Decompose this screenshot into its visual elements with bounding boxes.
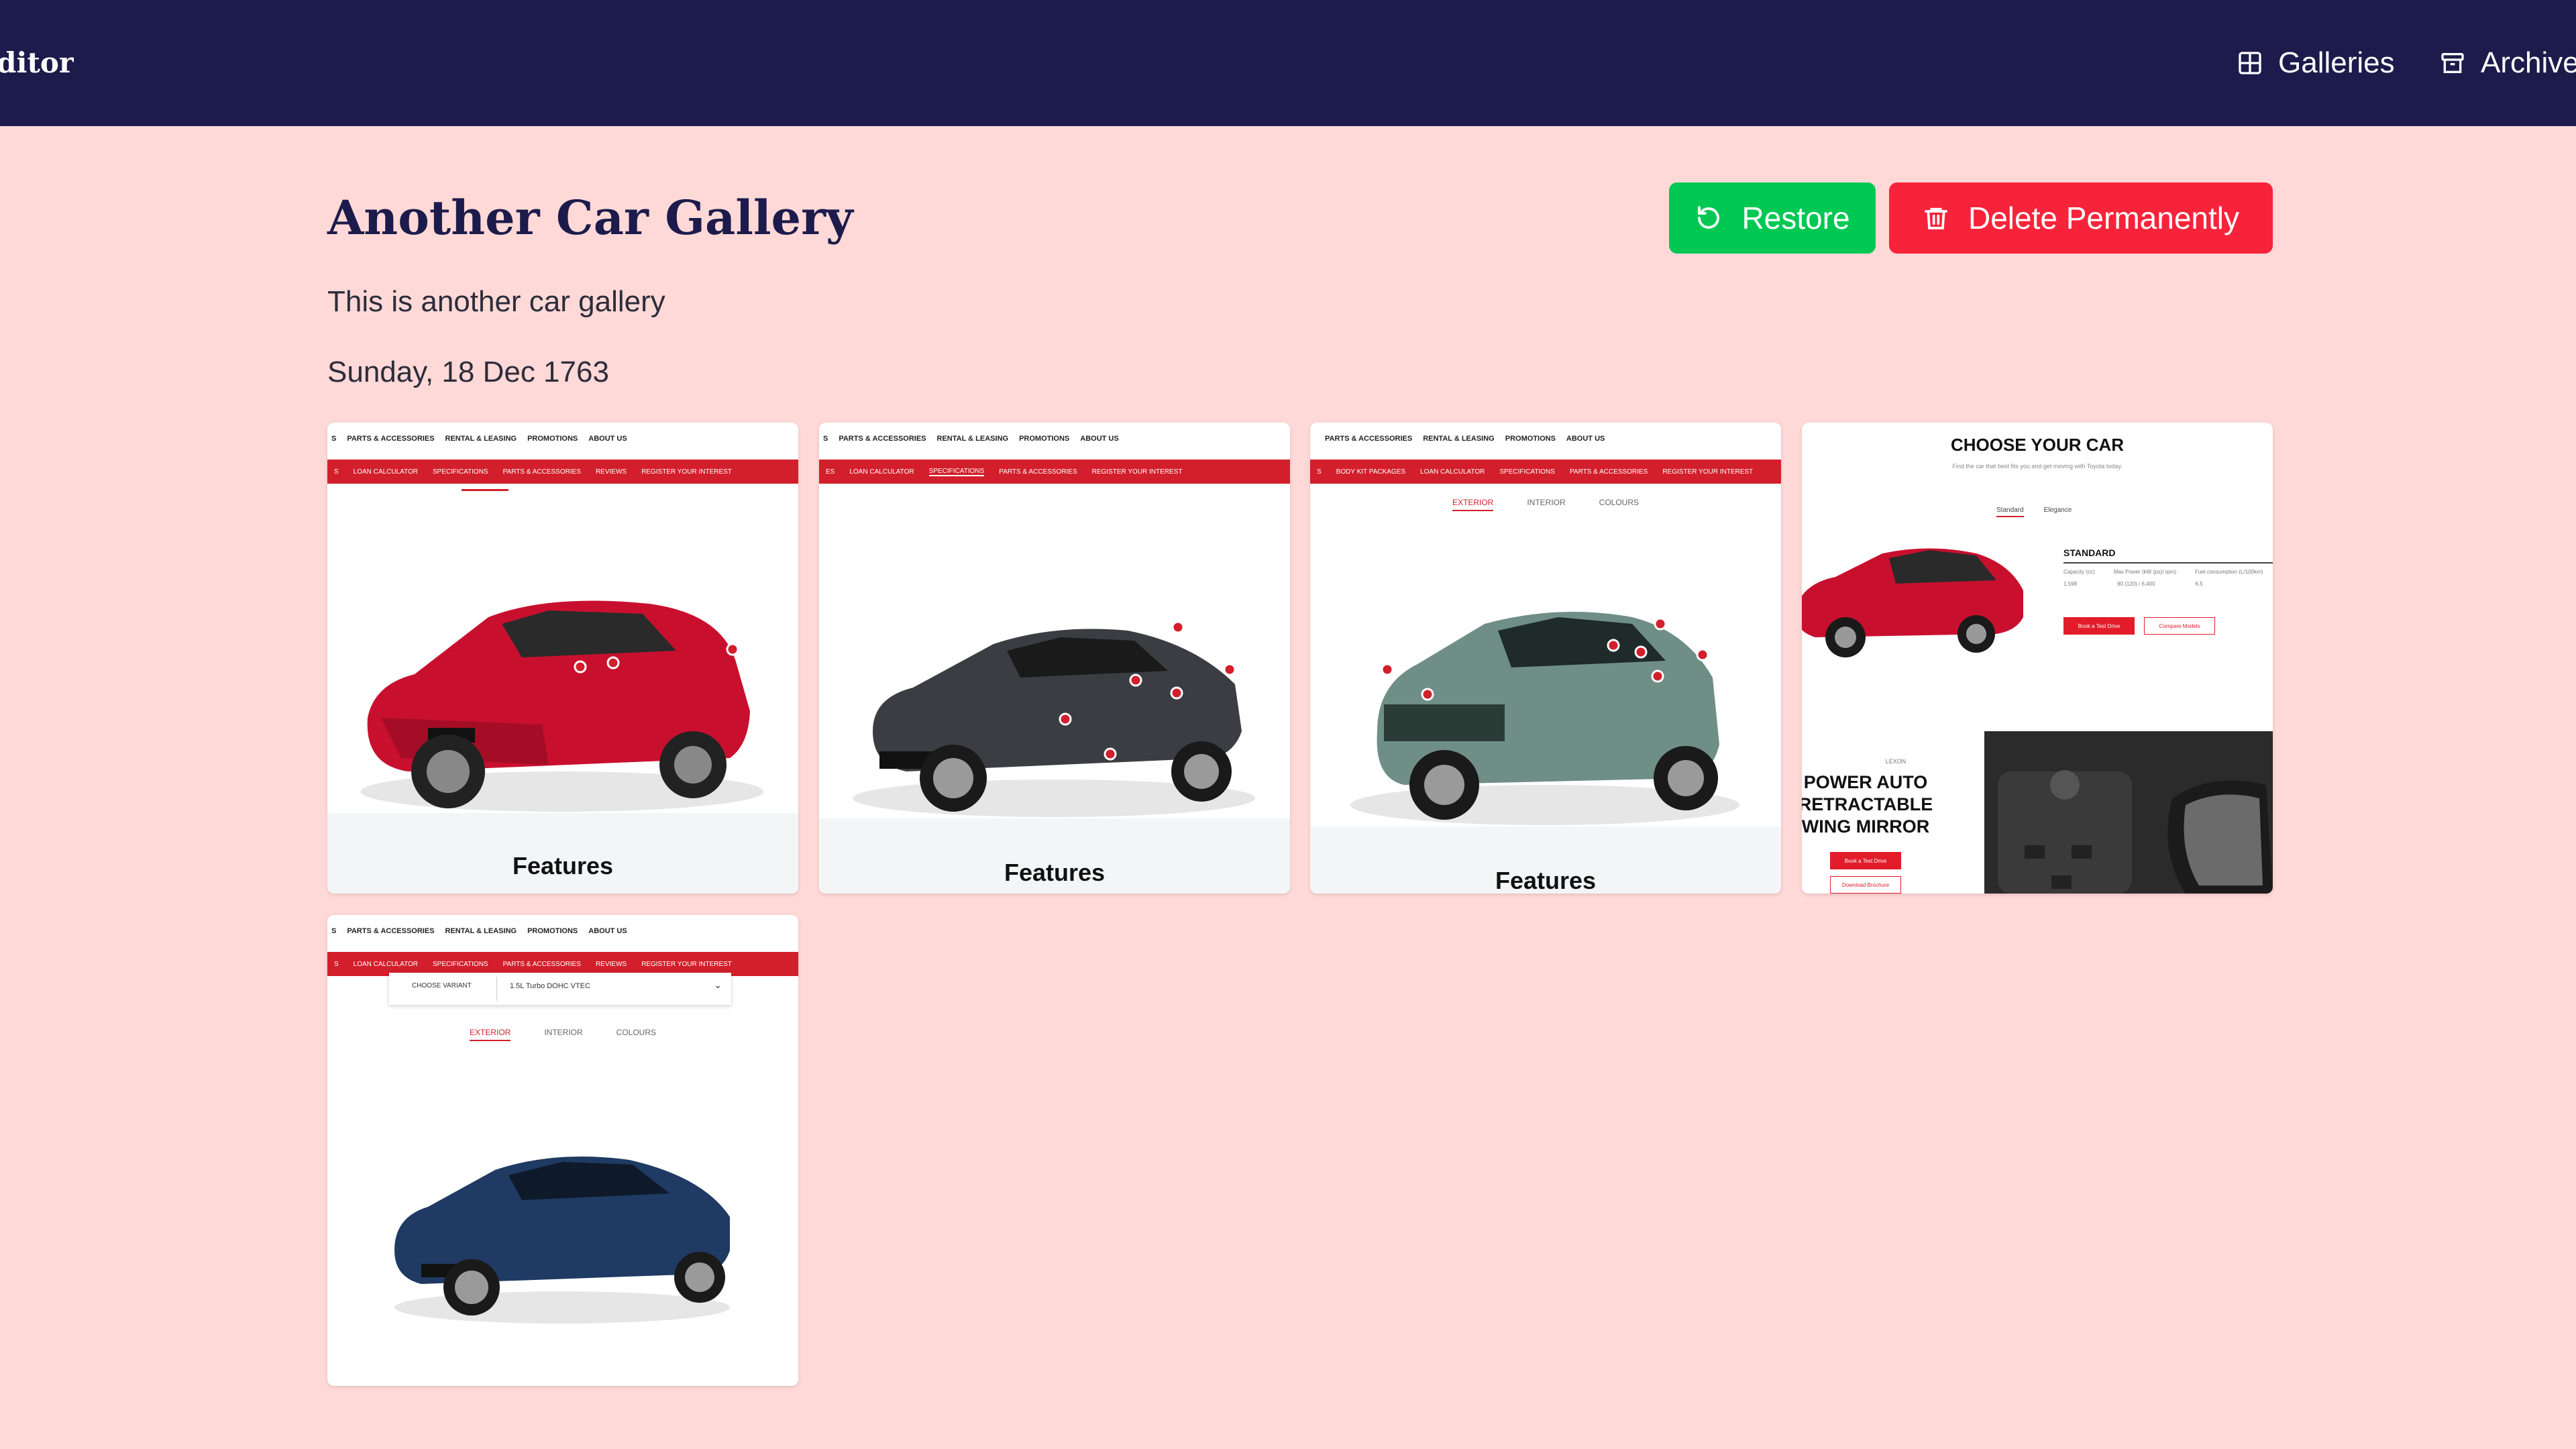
gallery-image-2[interactable]: S PARTS & ACCESSORIES RENTAL & LEASING PROM… <box>819 423 1290 894</box>
brand-title[interactable]: ditor <box>0 43 74 83</box>
image-caption: Features <box>1495 867 1597 894</box>
choose-car-subtitle: Find the car that best fits you and get … <box>1952 463 2123 470</box>
exterior-tabs: EXTERIOR INTERIOR COLOURS <box>327 1028 798 1041</box>
gallery-date: Sunday, 18 Dec 1763 <box>327 356 609 388</box>
feature-test-drive-button[interactable]: Book a Test Drive <box>1830 852 1901 869</box>
variant-value: 1.5L Turbo DOHC VTEC <box>510 982 591 990</box>
divider <box>2063 562 2273 564</box>
top-navbar: ditor Galleries Archive <box>0 0 2576 126</box>
site-subnav: ES LOAN CALCULATOR SPECIFICATIONS PARTS & A… <box>819 460 1290 484</box>
download-brochure-button[interactable]: Download Brochure <box>1830 876 1901 894</box>
variant-label: CHOOSE VARIANT <box>412 982 472 989</box>
archive-icon <box>2441 53 2464 73</box>
gallery-image-5[interactable]: S PARTS & ACCESSORIES RENTAL & LEASING PROM… <box>327 915 798 1386</box>
gallery-image-4[interactable]: CHOOSE YOUR CAR Find the car that best f… <box>1802 423 2273 894</box>
exterior-tabs: EXTERIOR INTERIOR COLOURS <box>1310 498 1781 511</box>
nav-galleries-label: Galleries <box>2278 46 2395 79</box>
image-caption: Features <box>1004 859 1106 886</box>
compare-models-button[interactable]: Compare Models <box>2144 617 2215 635</box>
gallery-description: This is another car gallery <box>327 285 665 318</box>
choose-variant-dropdown[interactable]: CHOOSE VARIANT 1.5L Turbo DOHC VTEC ⌄ <box>389 973 731 1005</box>
delete-permanently-button[interactable]: Delete Permanently <box>1889 182 2273 254</box>
nav-archive[interactable]: Archive <box>2439 43 2576 83</box>
tab-interior[interactable]: INTERIOR <box>1527 498 1565 511</box>
site-topnav: S PARTS & ACCESSORIES RENTAL & LEASING PROM… <box>823 435 1119 443</box>
spec-labels: Capacity (cc) Max Power (kW (ps)/ rpm) Fue… <box>2063 569 2263 575</box>
car-image <box>394 1157 730 1324</box>
gallery-image-3[interactable]: PARTS & ACCESSORIES RENTAL & LEASING PROMO… <box>1310 423 1781 894</box>
nav-archive-label: Archive <box>2481 46 2576 79</box>
interior-photo <box>1984 731 2273 894</box>
spec-values: 1,598 90 (120) / 6,400 6.5 <box>2063 581 2203 587</box>
chevron-down-icon: ⌄ <box>714 979 722 990</box>
tab-standard[interactable]: Standard <box>1996 506 2024 517</box>
delete-label: Delete Permanently <box>1968 201 2239 235</box>
restore-icon <box>1698 206 1720 229</box>
site-topnav: S PARTS & ACCESSORIES RENTAL & LEASING PROM… <box>331 435 627 443</box>
tab-interior[interactable]: INTERIOR <box>544 1028 582 1041</box>
restore-button[interactable]: Restore <box>1669 182 1876 254</box>
site-subnav: S BODY KIT PACKAGES LOAN CALCULATOR SPECIFI… <box>1310 460 1781 484</box>
wing-mirror-image <box>1984 731 2273 894</box>
tab-colours[interactable]: COLOURS <box>616 1028 656 1041</box>
tab-colours[interactable]: COLOURS <box>1599 498 1639 511</box>
gallery-image-1[interactable]: S PARTS & ACCESSORIES RENTAL & LEASING PROM… <box>327 423 798 894</box>
restore-label: Restore <box>1741 201 1850 235</box>
car-image <box>853 621 1255 817</box>
gallery-title: Another Car Gallery <box>327 190 853 246</box>
image-caption: Features <box>512 852 614 879</box>
choose-car-title: CHOOSE YOUR CAR <box>1950 435 2125 455</box>
site-subnav: S LOAN CALCULATOR SPECIFICATIONS PARTS & AC… <box>327 460 798 484</box>
tab-exterior[interactable]: EXTERIOR <box>1452 498 1494 511</box>
site-topnav: PARTS & ACCESSORIES RENTAL & LEASING PROMO… <box>1325 435 1605 443</box>
tab-elegance[interactable]: Elegance <box>2044 506 2072 517</box>
car-image <box>361 600 763 812</box>
book-test-drive-button[interactable]: Book a Test Drive <box>2063 617 2135 635</box>
nav-galleries[interactable]: Galleries <box>2237 43 2395 83</box>
feature-subtitle: LEXON <box>1885 758 1907 765</box>
divider <box>496 977 497 1001</box>
trash-icon <box>1925 207 1947 229</box>
grid-icon <box>2239 52 2261 74</box>
car-image <box>1802 548 2023 657</box>
feature-title: POWER AUTO RETRACTABLE WING MIRROR <box>1802 772 1933 837</box>
variant-tabs: Standard Elegance <box>1996 506 2072 517</box>
tab-exterior[interactable]: EXTERIOR <box>469 1028 511 1041</box>
site-topnav: S PARTS & ACCESSORIES RENTAL & LEASING PROM… <box>331 927 627 935</box>
variant-name: STANDARD <box>2063 547 2116 558</box>
